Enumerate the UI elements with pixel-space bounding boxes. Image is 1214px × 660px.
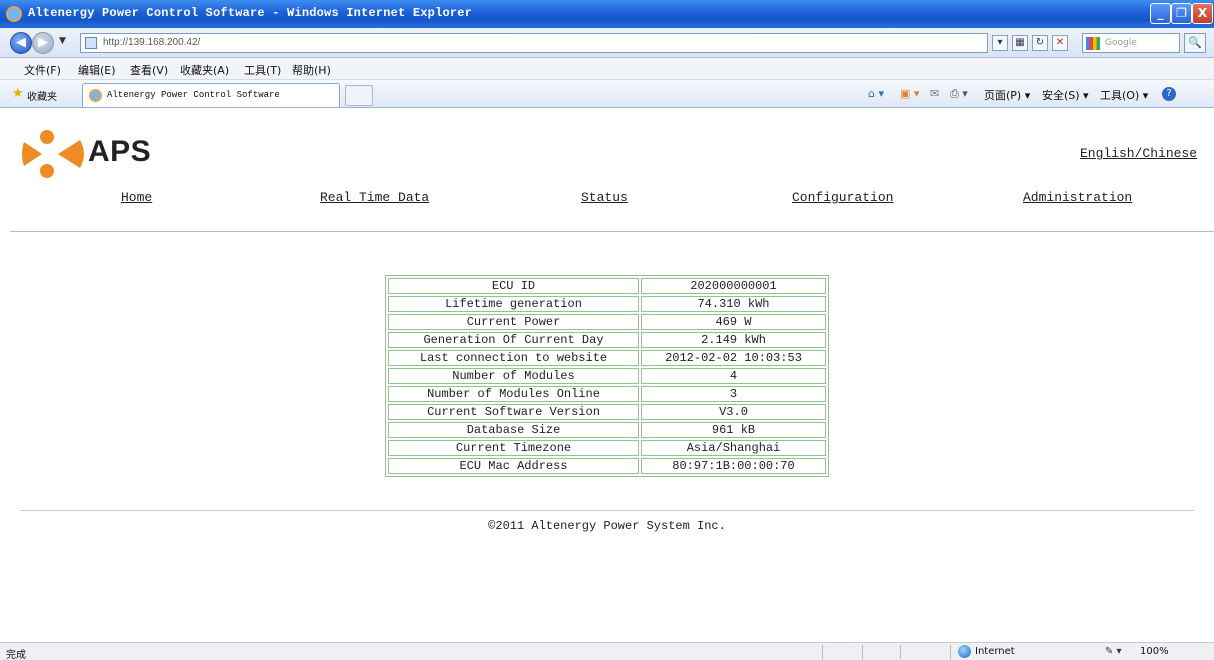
page-content: APS English/Chinese Home Real Time Data …	[0, 108, 1214, 642]
info-label: Current Software Version	[388, 404, 639, 420]
search-placeholder: Google	[1105, 38, 1137, 48]
menu-bar: 文件(F) 编辑(E) 查看(V) 收藏夹(A) 工具(T) 帮助(H)	[0, 58, 1214, 80]
window-titlebar: Altenergy Power Control Software - Windo…	[0, 0, 1214, 28]
table-row: Last connection to website 2012-02-02 10:…	[388, 350, 826, 366]
nav-status[interactable]: Status	[581, 190, 628, 205]
info-value: 74.310 kWh	[641, 296, 826, 312]
copyright-text: ©2011 Altenergy Power System Inc.	[488, 519, 726, 533]
menu-file[interactable]: 文件(F)	[24, 62, 61, 78]
status-divider	[822, 645, 823, 659]
info-label: Current Timezone	[388, 440, 639, 456]
info-value: 2012-02-02 10:03:53	[641, 350, 826, 366]
info-value: 80:97:1B:00:00:70	[641, 458, 826, 474]
info-value: 4	[641, 368, 826, 384]
aps-logo-text: APS	[88, 135, 152, 168]
table-row: Database Size 961 kB	[388, 422, 826, 438]
zoom-level[interactable]: 100%	[1140, 646, 1169, 657]
search-input[interactable]: Google	[1082, 33, 1180, 53]
nav-configuration[interactable]: Configuration	[792, 190, 893, 205]
aps-logo-icon	[22, 130, 84, 178]
info-label: Current Power	[388, 314, 639, 330]
help-icon[interactable]: ?	[1162, 87, 1176, 101]
info-value: 961 kB	[641, 422, 826, 438]
table-row: ECU Mac Address 80:97:1B:00:00:70	[388, 458, 826, 474]
info-value: 3	[641, 386, 826, 402]
info-value: 2.149 kWh	[641, 332, 826, 348]
info-label: Generation Of Current Day	[388, 332, 639, 348]
menu-favorites[interactable]: 收藏夹(A)	[180, 62, 229, 78]
minimize-button[interactable]: _	[1150, 3, 1171, 24]
table-row: Current Timezone Asia/Shanghai	[388, 440, 826, 456]
status-divider	[862, 645, 863, 659]
nav-home[interactable]: Home	[121, 190, 152, 205]
maximize-button[interactable]: ❐	[1171, 3, 1192, 24]
info-value: V3.0	[641, 404, 826, 420]
safety-menu[interactable]: 安全(S) ▾	[1042, 87, 1089, 103]
favorites-star-icon[interactable]: ★	[12, 86, 24, 101]
table-row: ECU ID 202000000001	[388, 278, 826, 294]
info-value: 469 W	[641, 314, 826, 330]
menu-tools[interactable]: 工具(T)	[244, 62, 281, 78]
refresh-icon[interactable]: ↻	[1032, 35, 1048, 51]
internet-zone-icon	[958, 645, 971, 658]
page-icon	[85, 37, 97, 49]
status-divider	[950, 645, 951, 659]
favorites-label[interactable]: 收藏夹	[27, 88, 57, 103]
menu-edit[interactable]: 编辑(E)	[78, 62, 116, 78]
new-tab-button[interactable]	[345, 85, 373, 106]
feeds-icon[interactable]: ▣ ▾	[900, 87, 919, 100]
table-row: Generation Of Current Day 2.149 kWh	[388, 332, 826, 348]
page-menu[interactable]: 页面(P) ▾	[984, 87, 1030, 103]
ie-icon	[6, 6, 22, 22]
recent-pages-dropdown[interactable]: ▼	[59, 36, 66, 46]
table-row: Number of Modules 4	[388, 368, 826, 384]
info-label: Lifetime generation	[388, 296, 639, 312]
table-row: Lifetime generation 74.310 kWh	[388, 296, 826, 312]
home-icon[interactable]: ⌂ ▾	[868, 87, 884, 100]
info-label: Number of Modules Online	[388, 386, 639, 402]
info-label: ECU Mac Address	[388, 458, 639, 474]
info-value: 202000000001	[641, 278, 826, 294]
status-divider	[900, 645, 901, 659]
footer-divider	[20, 510, 1194, 511]
address-toolbar: ◀ ▶ ▼ http://139.168.200.42/ ▾ ▦ ↻ ✕ Goo…	[0, 28, 1214, 58]
ecu-info-table: ECU ID 202000000001 Lifetime generation 74.…	[385, 275, 829, 477]
back-button[interactable]: ◀	[10, 32, 32, 54]
status-text: 完成	[6, 650, 26, 660]
search-button[interactable]: 🔍	[1184, 33, 1206, 53]
address-input[interactable]: http://139.168.200.42/	[80, 33, 988, 53]
tab-altenergy[interactable]: Altenergy Power Control Software	[82, 83, 340, 107]
status-bar: 完成 Internet ✎ ▾ 100%	[0, 642, 1214, 660]
info-label: ECU ID	[388, 278, 639, 294]
info-label: Last connection to website	[388, 350, 639, 366]
google-logo-icon	[1086, 37, 1100, 50]
tools-menu[interactable]: 工具(O) ▾	[1100, 87, 1148, 103]
menu-view[interactable]: 查看(V)	[130, 62, 168, 78]
protected-mode-icon[interactable]: ✎ ▾	[1105, 646, 1122, 657]
compatibility-icon[interactable]: ▦	[1012, 35, 1028, 51]
tab-ie-icon	[89, 89, 102, 102]
table-row: Current Software Version V3.0	[388, 404, 826, 420]
info-label: Database Size	[388, 422, 639, 438]
language-link[interactable]: English/Chinese	[1080, 146, 1197, 161]
nav-real-time-data[interactable]: Real Time Data	[320, 190, 429, 205]
nav-administration[interactable]: Administration	[1023, 190, 1132, 205]
header-divider	[10, 231, 1214, 232]
favorites-bar: ★ 收藏夹 Altenergy Power Control Software ⌂…	[0, 80, 1214, 108]
address-url[interactable]: http://139.168.200.42/	[103, 37, 200, 48]
info-label: Number of Modules	[388, 368, 639, 384]
security-zone-label: Internet	[975, 646, 1015, 657]
forward-button[interactable]: ▶	[32, 32, 54, 54]
print-icon[interactable]: ⎙ ▾	[950, 87, 968, 101]
info-value: Asia/Shanghai	[641, 440, 826, 456]
close-button[interactable]: X	[1192, 3, 1213, 24]
mail-icon[interactable]: ✉	[930, 87, 939, 100]
window-title: Altenergy Power Control Software - Windo…	[28, 6, 473, 20]
address-dropdown-icon[interactable]: ▾	[992, 35, 1008, 51]
menu-help[interactable]: 帮助(H)	[292, 62, 331, 78]
table-row: Number of Modules Online 3	[388, 386, 826, 402]
stop-icon[interactable]: ✕	[1052, 35, 1068, 51]
tab-title: Altenergy Power Control Software	[107, 90, 280, 100]
table-row: Current Power 469 W	[388, 314, 826, 330]
